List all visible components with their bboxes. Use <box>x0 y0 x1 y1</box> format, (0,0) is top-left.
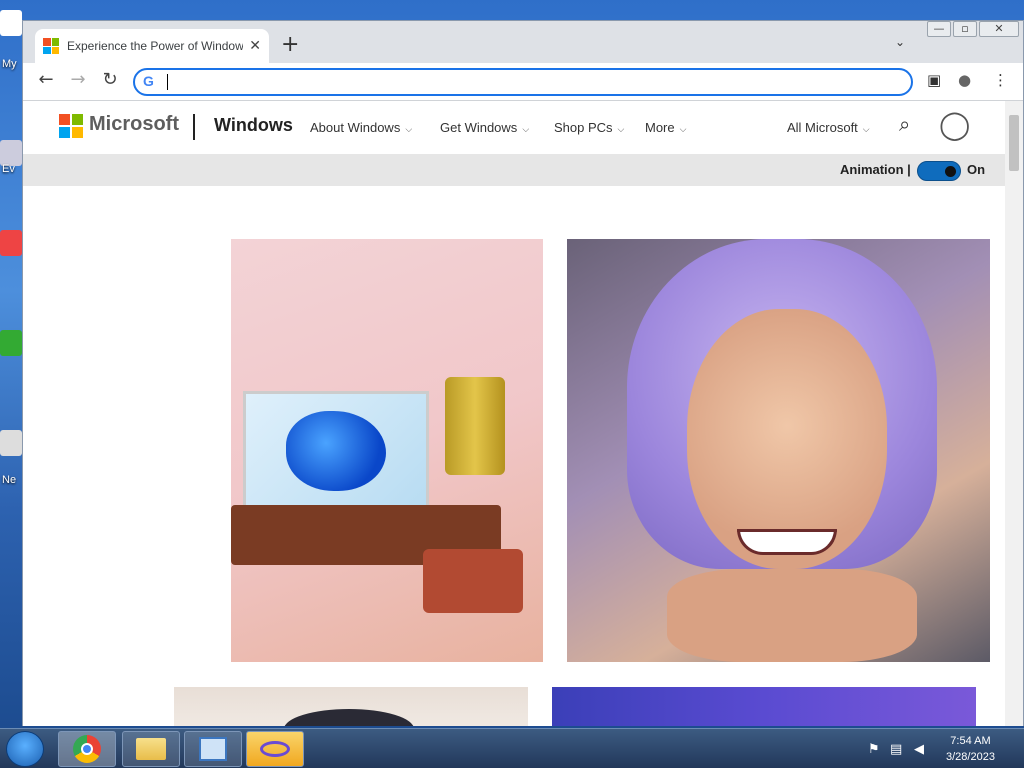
control-panel-icon <box>199 737 227 761</box>
toggle-knob <box>945 166 956 177</box>
animation-state: On <box>967 162 986 177</box>
close-window-button[interactable]: ✕ <box>979 21 1019 37</box>
account-icon[interactable]: ◯ <box>939 108 970 141</box>
brand-divider <box>193 114 195 140</box>
maximize-button[interactable]: ▫ <box>953 21 977 37</box>
nav-label: About Windows <box>310 120 401 135</box>
tab-strip: Experience the Power of Windows 11 ✕ + ⌄… <box>23 21 1023 63</box>
all-microsoft-menu[interactable]: All Microsoft ⌵ <box>787 120 870 135</box>
search-icon[interactable]: ⌕ <box>899 114 910 137</box>
back-button[interactable]: ← <box>33 69 59 90</box>
scrollbar-thumb[interactable] <box>1009 115 1019 171</box>
browser-window: Experience the Power of Windows 11 ✕ + ⌄… <box>22 20 1024 726</box>
web-page: Microsoft Windows About Windows ⌵ Get Win… <box>23 101 1005 726</box>
nav-label: More <box>645 120 675 135</box>
desktop-icon[interactable] <box>0 10 22 36</box>
animation-bar: Animation | On <box>23 154 1005 186</box>
desktop-icon[interactable] <box>0 230 22 256</box>
animation-toggle[interactable] <box>917 161 961 181</box>
folder-icon <box>136 738 166 760</box>
nav-label: All Microsoft <box>787 120 858 135</box>
flag-icon[interactable]: ⚑ <box>868 742 880 757</box>
animation-label: Animation | <box>840 162 911 177</box>
tab-search-button[interactable]: ⌄ <box>895 35 905 49</box>
chrome-menu-icon[interactable]: ⋮ <box>993 71 1008 89</box>
chevron-down-icon: ⌵ <box>862 124 870 134</box>
desktop-icon[interactable] <box>0 430 22 456</box>
new-tab-button[interactable]: + <box>281 33 299 57</box>
browser-toolbar: ← → ↻ G ▣ ● ⋮ <box>23 63 1023 101</box>
clock-time: 7:54 AM <box>950 735 991 747</box>
chevron-down-icon: ⌵ <box>679 124 687 134</box>
tab-title: Experience the Power of Windows 11 <box>67 39 244 53</box>
nav-get-windows[interactable]: Get Windows ⌵ <box>440 120 529 135</box>
minimize-button[interactable]: — <box>927 21 951 37</box>
side-panel-icon[interactable]: ▣ <box>927 71 941 89</box>
nav-label: Shop PCs <box>554 120 613 135</box>
windows-favicon-icon <box>43 38 59 54</box>
laptop-photo <box>231 239 543 662</box>
chevron-down-icon: ⌵ <box>405 124 413 134</box>
taskbar: ⚑ ▤ ◀ 7:54 AM 3/28/2023 <box>0 728 1024 768</box>
network-icon[interactable]: ▤ <box>890 742 902 757</box>
nav-label: Get Windows <box>440 120 518 135</box>
volume-icon[interactable]: ◀ <box>914 742 924 757</box>
partial-photo <box>174 687 528 726</box>
chevron-down-icon: ⌵ <box>617 124 625 134</box>
taskbar-app[interactable] <box>246 731 304 767</box>
profile-icon[interactable]: ● <box>958 71 971 89</box>
active-tab[interactable]: Experience the Power of Windows 11 ✕ <box>35 29 269 63</box>
desktop-icon[interactable] <box>0 330 22 356</box>
brand-name[interactable]: Microsoft <box>89 113 179 136</box>
nav-about-windows[interactable]: About Windows ⌵ <box>310 120 412 135</box>
product-name[interactable]: Windows <box>214 115 293 136</box>
desktop-label: My <box>2 58 17 70</box>
page-scrollbar[interactable] <box>1005 101 1023 726</box>
google-icon: G <box>143 73 154 89</box>
reload-button[interactable]: ↻ <box>97 69 123 90</box>
smiling-woman-photo <box>567 239 990 662</box>
taskbar-chrome[interactable] <box>58 731 116 767</box>
text-caret <box>167 74 168 90</box>
nav-more[interactable]: More ⌵ <box>645 120 686 135</box>
app-icon <box>260 741 290 757</box>
forward-button[interactable]: → <box>65 69 91 90</box>
desktop-label: Ne <box>2 474 17 486</box>
nav-shop-pcs[interactable]: Shop PCs ⌵ <box>554 120 624 135</box>
chrome-icon <box>73 735 101 763</box>
partial-promo-image <box>552 687 976 726</box>
chevron-down-icon: ⌵ <box>522 124 530 134</box>
clock-date: 3/28/2023 <box>946 751 995 763</box>
tab-close-icon[interactable]: ✕ <box>249 38 261 54</box>
desktop-label: Ev <box>2 163 15 175</box>
clock[interactable]: 7:54 AM 3/28/2023 <box>946 733 995 765</box>
taskbar-control-panel[interactable] <box>184 731 242 767</box>
site-header: Microsoft Windows About Windows ⌵ Get Win… <box>23 101 1005 154</box>
start-button[interactable] <box>6 731 44 767</box>
microsoft-logo-icon[interactable] <box>59 114 83 138</box>
address-bar[interactable]: G <box>133 68 913 96</box>
taskbar-file-explorer[interactable] <box>122 731 180 767</box>
